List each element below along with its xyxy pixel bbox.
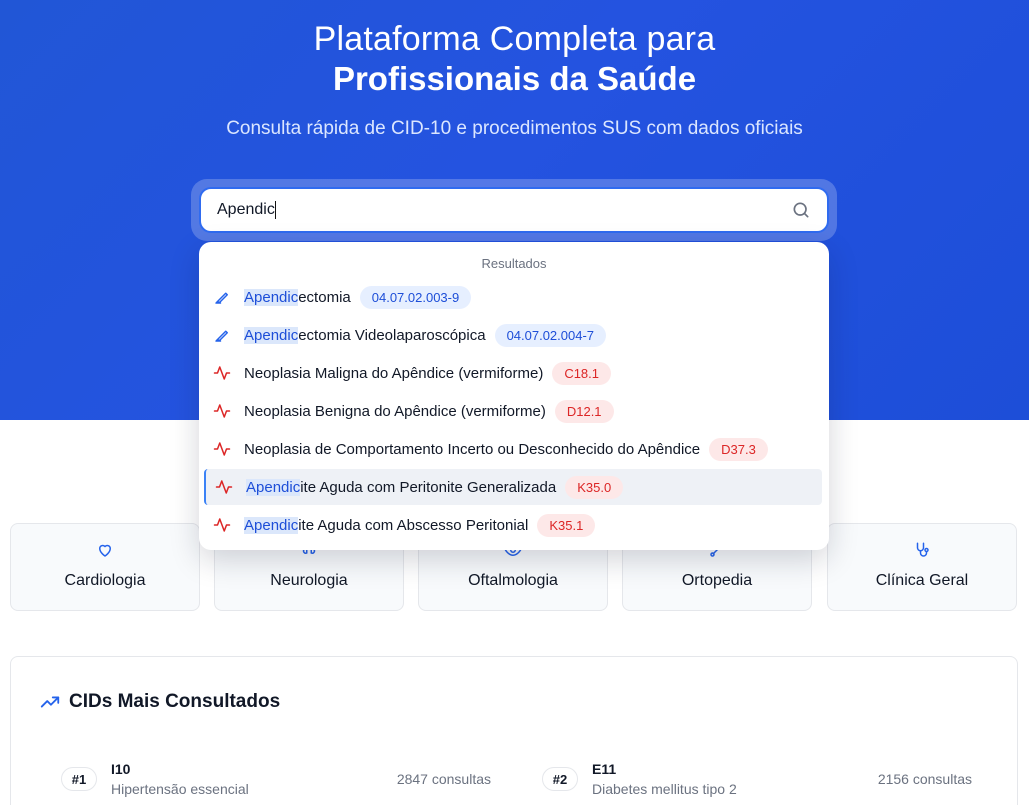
hero-title-line2: Profissionais da Saúde xyxy=(332,60,697,97)
procedure-code-badge: 04.07.02.003-9 xyxy=(359,285,472,309)
consult-count: 2847 consultas xyxy=(396,771,491,787)
result-item-procedure[interactable]: Apendicectomia 04.07.02.003-9 xyxy=(204,279,822,315)
activity-icon xyxy=(213,366,231,380)
result-label: Apendicectomia xyxy=(244,288,351,306)
result-text: Neoplasia Maligna do Apêndice (vermiform… xyxy=(244,364,544,382)
search-input-value: Apendic xyxy=(217,201,275,219)
heart-icon xyxy=(99,544,111,557)
hero-title-line1: Plataforma Completa para xyxy=(313,20,716,58)
cid-code-badge: K35.0 xyxy=(565,475,624,499)
search-field[interactable]: Apendic xyxy=(199,187,829,233)
result-text: ectomia xyxy=(298,288,351,306)
result-text: ite Aguda com Abscesso Peritonial xyxy=(298,516,529,534)
specialty-label: Clínica Geral xyxy=(875,572,969,589)
result-text: Neoplasia de Comportamento Incerto ou De… xyxy=(244,440,701,458)
cid-code-badge: C18.1 xyxy=(552,361,612,385)
scalpel-icon xyxy=(215,292,228,304)
specialty-label: Oftalmologia xyxy=(468,572,558,589)
result-label: Apendicectomia Videolaparoscópica xyxy=(244,326,486,344)
activity-icon xyxy=(213,518,231,532)
trending-up-icon xyxy=(40,696,60,708)
specialty-card-clinica-geral[interactable]: Clínica Geral xyxy=(827,523,1017,611)
cid-code: E11 xyxy=(592,761,617,777)
specialty-label: Ortopedia xyxy=(681,572,753,589)
top-cids-title: CIDs Mais Consultados xyxy=(39,691,280,713)
top-cid-item[interactable]: #1 I10 Hipertensão essencial 2847 consul… xyxy=(61,759,491,799)
result-highlight: Apendic xyxy=(244,516,299,534)
scalpel-icon xyxy=(215,330,228,342)
search-icon[interactable] xyxy=(791,200,811,220)
result-text: ectomia Videolaparoscópica xyxy=(298,326,486,344)
top-cid-item[interactable]: #2 E11 Diabetes mellitus tipo 2 2156 con… xyxy=(542,759,972,799)
result-label: Neoplasia de Comportamento Incerto ou De… xyxy=(244,441,700,458)
result-text: ite Aguda com Peritonite Generalizada xyxy=(300,478,557,496)
consult-count: 2156 consultas xyxy=(877,771,972,787)
cid-code: I10 xyxy=(111,761,131,777)
specialty-label: Cardiologia xyxy=(64,572,146,589)
top-cids-section: CIDs Mais Consultados #1 I10 Hipertensão… xyxy=(10,656,1018,805)
activity-icon xyxy=(213,442,231,456)
cid-code-badge: K35.1 xyxy=(537,513,596,537)
cid-code-badge: D37.3 xyxy=(709,437,768,461)
results-header: Resultados xyxy=(481,256,547,271)
result-label: Apendicite Aguda com Peritonite Generali… xyxy=(246,478,557,496)
result-highlight: Apendic xyxy=(244,288,299,306)
hero-subtitle: Consulta rápida de CID-10 e procedimento… xyxy=(226,118,803,139)
result-highlight: Apendic xyxy=(244,326,299,344)
text-caret xyxy=(274,200,276,219)
result-highlight: Apendic xyxy=(246,478,301,496)
result-item-procedure[interactable]: Apendicectomia Videolaparoscópica 04.07.… xyxy=(204,317,822,353)
specialty-label: Neurologia xyxy=(270,572,348,589)
search-input[interactable]: Apendic xyxy=(217,200,791,219)
result-label: Neoplasia Maligna do Apêndice (vermiform… xyxy=(244,365,543,382)
rank-badge: #2 xyxy=(542,767,578,791)
result-label: Neoplasia Benigna do Apêndice (vermiform… xyxy=(244,403,546,420)
result-item-cid[interactable]: Neoplasia Maligna do Apêndice (vermiform… xyxy=(204,355,822,391)
result-item-cid[interactable]: Neoplasia Benigna do Apêndice (vermiform… xyxy=(204,393,822,429)
activity-icon xyxy=(213,404,231,418)
result-item-cid[interactable]: Neoplasia de Comportamento Incerto ou De… xyxy=(204,431,822,467)
cid-code-badge: D12.1 xyxy=(554,399,614,423)
top-cids-title-text: CIDs Mais Consultados xyxy=(69,691,281,712)
result-item-cid-active[interactable]: Apendicite Aguda com Peritonite Generali… xyxy=(204,469,822,505)
stethoscope-icon xyxy=(916,542,929,557)
rank-badge: #1 xyxy=(61,767,97,791)
search-results-dropdown: Resultados Apendicectomia 04.07.02.003-9… xyxy=(199,242,829,550)
activity-icon xyxy=(215,480,233,494)
procedure-code-badge: 04.07.02.004-7 xyxy=(494,323,607,347)
cid-description: Diabetes mellitus tipo 2 xyxy=(592,781,737,797)
result-text: Neoplasia Benigna do Apêndice (vermiform… xyxy=(244,402,546,420)
result-label: Apendicite Aguda com Abscesso Peritonial xyxy=(244,516,529,534)
result-item-cid[interactable]: Apendicite Aguda com Abscesso Peritonial… xyxy=(204,507,822,543)
specialty-card-cardiologia[interactable]: Cardiologia xyxy=(10,523,200,611)
cid-description: Hipertensão essencial xyxy=(111,781,249,797)
